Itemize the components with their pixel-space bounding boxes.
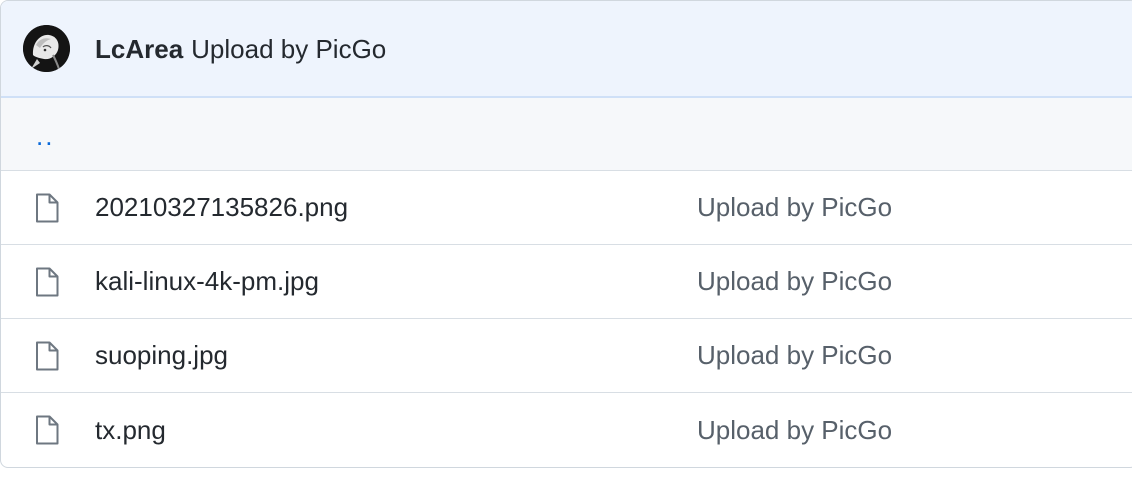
commit-title: LcArea Upload by PicGo [95,36,386,62]
file-commit-message-link[interactable]: Upload by PicGo [697,340,892,371]
file-icon [36,193,59,222]
table-row: tx.png Upload by PicGo [1,393,1132,467]
user-avatar-icon [23,25,70,72]
parent-directory-link[interactable]: .. [36,121,54,152]
file-name-link[interactable]: suoping.jpg [95,340,228,371]
file-commit-message-link[interactable]: Upload by PicGo [697,192,892,223]
file-commit-message-link[interactable]: Upload by PicGo [697,415,892,446]
table-row: suoping.jpg Upload by PicGo [1,319,1132,393]
file-name-link[interactable]: 20210327135826.png [95,192,348,223]
file-icon [36,341,59,370]
file-name-link[interactable]: kali-linux-4k-pm.jpg [95,266,319,297]
file-browser: LcArea Upload by PicGo .. 20210327135826.… [0,0,1132,468]
avatar[interactable] [23,25,70,72]
table-row: 20210327135826.png Upload by PicGo [1,171,1132,245]
file-name-link[interactable]: tx.png [95,415,166,446]
parent-directory-row[interactable]: .. [1,98,1132,171]
table-row: kali-linux-4k-pm.jpg Upload by PicGo [1,245,1132,319]
commit-message-link[interactable]: Upload by PicGo [191,34,386,64]
latest-commit-header: LcArea Upload by PicGo [1,1,1132,98]
file-icon [36,267,59,296]
commit-author-link[interactable]: LcArea [95,34,183,64]
file-commit-message-link[interactable]: Upload by PicGo [697,266,892,297]
file-icon [36,415,59,445]
